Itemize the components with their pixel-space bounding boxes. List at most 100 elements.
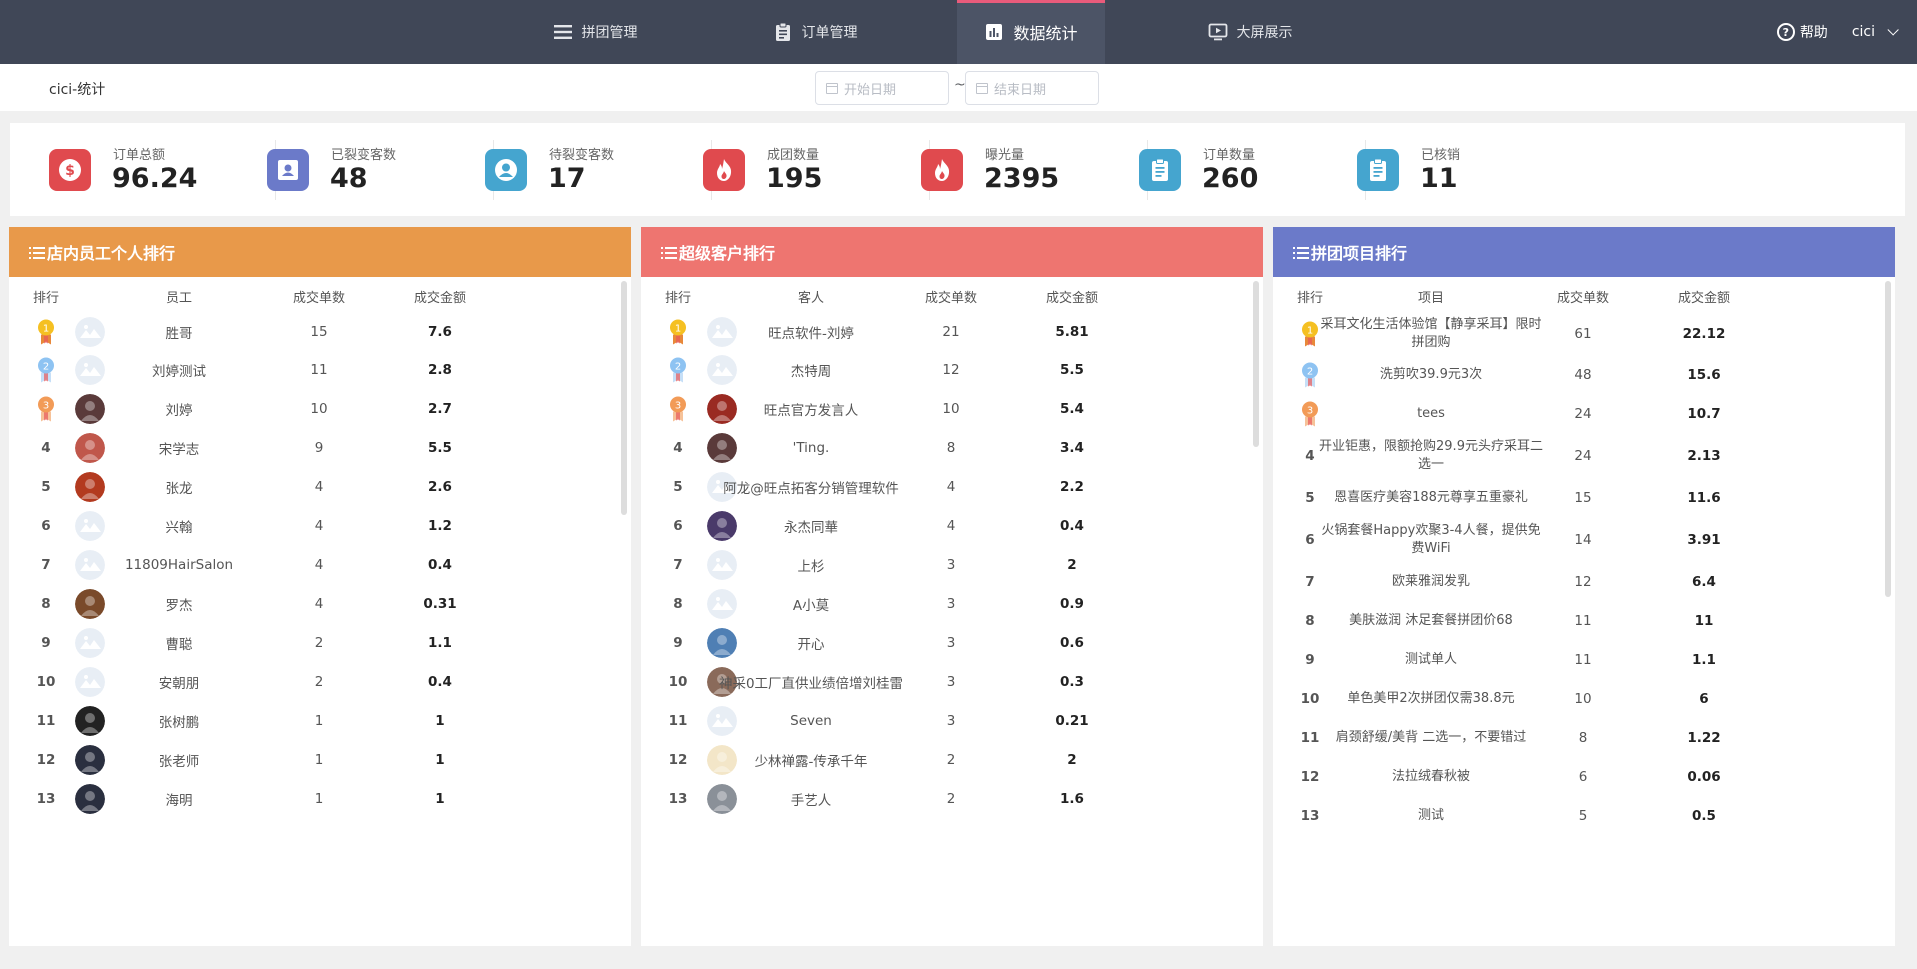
table-row[interactable]: 4 开业钜惠，限额抢购29.9元头疗采耳二选一 24 2.13 [1273, 433, 1895, 478]
row-name: 刘婷 [165, 402, 193, 419]
table-row[interactable]: 3 tees 24 10.7 [1273, 394, 1895, 433]
table-row[interactable]: 5 阿龙@旺点拓客分销管理软件 4 2.2 [641, 467, 1263, 506]
column-header-count: 成交单数 [1556, 291, 1610, 306]
table-header: 排行 项目 成交单数 成交金额 [1273, 277, 1895, 313]
row-amount: 0.31 [423, 595, 457, 612]
row-amount: 22.12 [1682, 326, 1726, 342]
row-name: 开业钜惠，限额抢购29.9元头疗采耳二选一 [1319, 438, 1543, 472]
row-amount: 10.7 [1687, 405, 1721, 422]
avatar [707, 510, 737, 541]
nav-tab-big-screen[interactable]: 大屏展示 [1175, 0, 1325, 64]
table-row[interactable]: 12 少林禅露-传承千年 2 2 [641, 740, 1263, 779]
table-row[interactable]: 9 开心 3 0.6 [641, 623, 1263, 662]
table-row[interactable]: 7 欧莱雅润发乳 12 6.4 [1273, 562, 1895, 601]
row-amount: 6.4 [1692, 573, 1716, 590]
row-amount: 0.6 [1060, 634, 1084, 651]
rank-number: 8 [41, 595, 51, 612]
rank-number: 7 [1305, 573, 1315, 590]
table-row[interactable]: 1 胜哥 15 7.6 [9, 313, 631, 350]
avatar [75, 666, 105, 697]
table-row[interactable]: 7 11809HairSalon 4 0.4 [9, 545, 631, 584]
table-row[interactable]: 5 恩喜医疗美容188元尊享五重豪礼 15 11.6 [1273, 478, 1895, 517]
rank-medal-icon: 3 [669, 395, 687, 422]
table-row[interactable]: 2 刘婷测试 11 2.8 [9, 350, 631, 389]
end-date-input[interactable]: 结束日期 [965, 71, 1099, 105]
table-row[interactable]: 11 肩颈舒缓/美背 二选一，不要错过 8 1.22 [1273, 718, 1895, 757]
stat-value: 11 [1420, 163, 1458, 194]
stat-label: 曝光量 [985, 148, 1025, 163]
row-count: 4 [314, 556, 324, 573]
table-row[interactable]: 5 张龙 4 2.6 [9, 467, 631, 506]
rank-medal-icon: 1 [37, 318, 55, 345]
row-amount: 3.91 [1687, 531, 1721, 548]
row-count: 3 [946, 712, 956, 729]
stat-label: 订单总额 [113, 148, 166, 163]
row-name: 永杰同華 [784, 519, 838, 536]
nav-tab-orders[interactable]: 订单管理 [740, 0, 890, 64]
row-amount: 0.9 [1060, 595, 1084, 612]
table-row[interactable]: 9 曹聪 2 1.1 [9, 623, 631, 662]
table-row[interactable]: 6 兴翰 4 1.2 [9, 506, 631, 545]
start-date-input[interactable]: 开始日期 [815, 71, 949, 105]
table-row[interactable]: 1 旺点软件-刘婷 21 5.81 [641, 313, 1263, 350]
table-row[interactable]: 2 洗剪吹39.9元3次 48 15.6 [1273, 355, 1895, 394]
rank-number: 5 [673, 478, 683, 495]
column-header-name: 客人 [797, 291, 825, 306]
screen-play-icon [1208, 22, 1228, 42]
table-row[interactable]: 11 Seven 3 0.21 [641, 701, 1263, 740]
row-amount: 2.8 [428, 361, 452, 378]
table-row[interactable]: 1 采耳文化生活体验馆【静享采耳】限时拼团购 61 22.12 [1273, 313, 1895, 355]
rank-number: 7 [673, 556, 683, 573]
row-name: 张树鹏 [158, 714, 200, 731]
row-name: 测试单人 [1404, 651, 1457, 667]
table-row[interactable]: 12 张老师 1 1 [9, 740, 631, 779]
table-row[interactable]: 2 杰特周 12 5.5 [641, 350, 1263, 389]
row-name: 'Ting. [792, 439, 830, 456]
stat-value: 96.24 [112, 163, 198, 194]
stat-label: 已核销 [1421, 148, 1461, 163]
nav-tab-data-stats[interactable]: 数据统计 [957, 0, 1105, 64]
scrollbar[interactable] [1253, 281, 1259, 447]
row-count: 48 [1574, 366, 1592, 383]
svg-text:3: 3 [43, 400, 49, 411]
table-row[interactable]: 3 刘婷 10 2.7 [9, 389, 631, 428]
table-row[interactable]: 6 永杰同華 4 0.4 [641, 506, 1263, 545]
table-row[interactable]: 10 安朝朋 2 0.4 [9, 662, 631, 701]
row-name: 采耳文化生活体验馆【静享采耳】限时拼团购 [1320, 317, 1542, 350]
table-row[interactable]: 9 测试单人 11 1.1 [1273, 640, 1895, 679]
table-row[interactable]: 6 火锅套餐Happy欢聚3-4人餐，提供免费WiFi 14 3.91 [1273, 517, 1895, 562]
row-name: 阿龙@旺点拓客分销管理软件 [723, 480, 899, 497]
help-button[interactable]: ? 帮助 [1776, 22, 1828, 42]
row-amount: 1 [435, 751, 445, 768]
row-count: 3 [946, 634, 956, 651]
table-row[interactable]: 8 美肤滋润 沐足套餐拼团价68 11 11 [1273, 601, 1895, 640]
scrollbar[interactable] [621, 281, 627, 515]
list-icon [661, 245, 677, 259]
table-row[interactable]: 7 上杉 3 2 [641, 545, 1263, 584]
user-menu[interactable]: cici [1852, 24, 1899, 40]
row-amount: 2 [1067, 556, 1077, 573]
row-amount: 2.13 [1687, 447, 1721, 464]
table-row[interactable]: 3 旺点官方发言人 10 5.4 [641, 389, 1263, 428]
avatar [707, 393, 737, 424]
table-row[interactable]: 10 神采0工厂直供业绩倍增刘桂雷 3 0.3 [641, 662, 1263, 701]
table-row[interactable]: 11 张树鹏 1 1 [9, 701, 631, 740]
avatar [75, 549, 105, 580]
rank-number: 6 [41, 517, 51, 534]
scrollbar[interactable] [1885, 281, 1891, 597]
end-date-placeholder: 结束日期 [994, 82, 1047, 98]
table-row[interactable]: 12 法拉绒春秋被 6 0.06 [1273, 757, 1895, 796]
table-row[interactable]: 13 手艺人 2 1.6 [641, 779, 1263, 818]
rank-number: 6 [673, 517, 683, 534]
row-count: 1 [314, 712, 324, 729]
table-row[interactable]: 13 海明 1 1 [9, 779, 631, 818]
svg-text:1: 1 [43, 323, 49, 334]
table-row[interactable]: 13 测试 5 0.5 [1273, 796, 1895, 835]
column-header-name: 员工 [165, 291, 193, 306]
table-row[interactable]: 4 'Ting. 8 3.4 [641, 428, 1263, 467]
table-row[interactable]: 4 宋学志 9 5.5 [9, 428, 631, 467]
table-row[interactable]: 10 单色美甲2次拼团仅需38.8元 10 6 [1273, 679, 1895, 718]
nav-tab-group-buy[interactable]: 拼团管理 [520, 0, 670, 64]
table-row[interactable]: 8 A小莫 3 0.9 [641, 584, 1263, 623]
table-row[interactable]: 8 罗杰 4 0.31 [9, 584, 631, 623]
